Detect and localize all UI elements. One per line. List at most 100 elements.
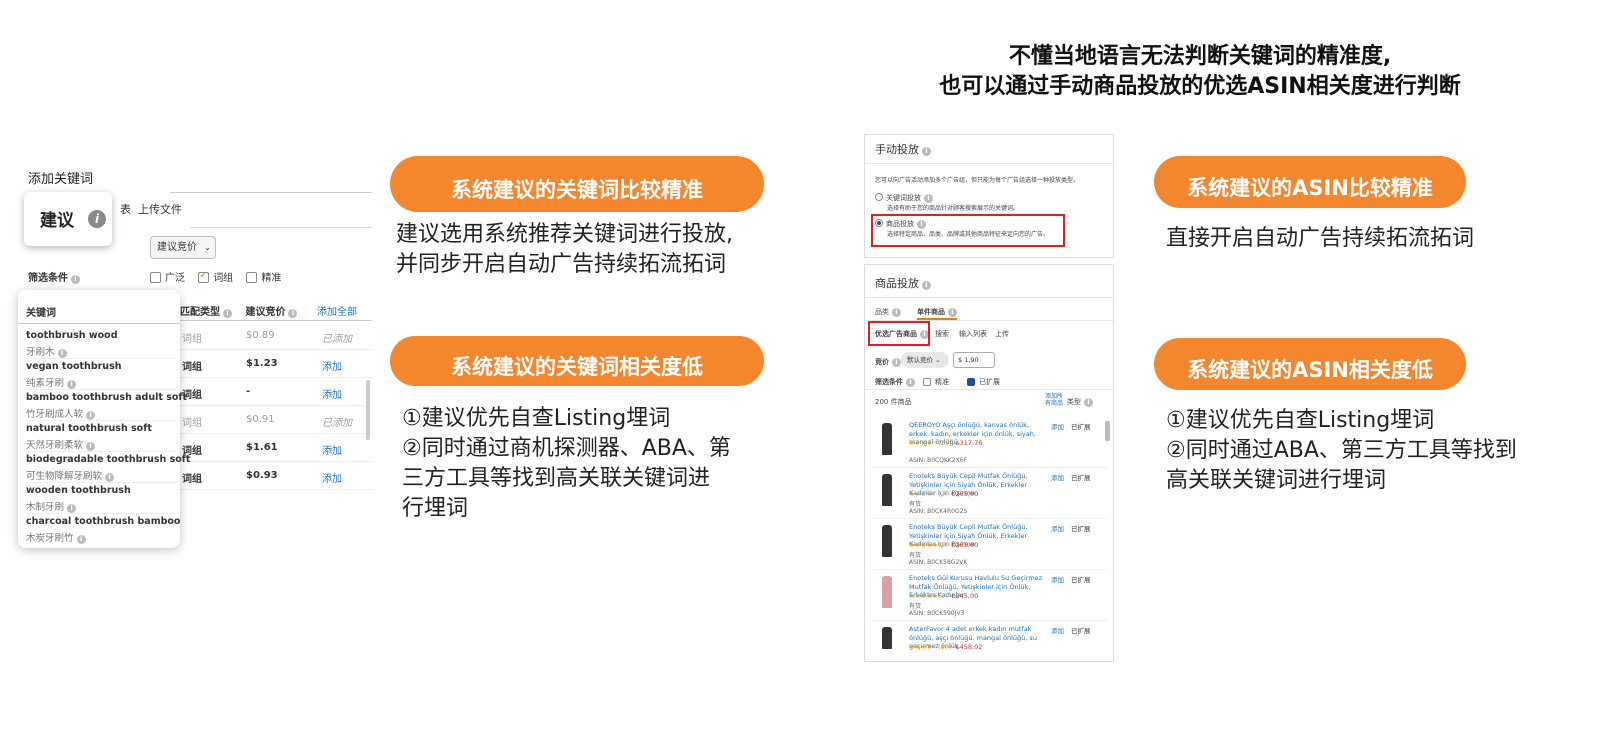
desc-line: 高关联关键词进行埋词 <box>1166 468 1387 493</box>
type-cell: 已扩展 <box>1071 627 1091 635</box>
add-link[interactable]: 添加 <box>1051 523 1064 533</box>
suggested-tab-label: 建议 <box>40 211 74 231</box>
add-link[interactable]: 添加 <box>322 386 342 401</box>
highlight-box <box>868 321 930 346</box>
info-icon: i <box>57 349 67 358</box>
list-item: natural toothbrush soft 天然牙刷柔软 i <box>26 421 176 452</box>
radio-keyword-targeting[interactable]: 关键词投放 i <box>875 193 933 203</box>
info-icon: i <box>67 380 77 389</box>
keyword-column-header: 关键词 <box>26 308 56 319</box>
info-icon: i <box>924 194 933 203</box>
table-row: 词组 $1.23 添加 <box>180 350 372 378</box>
add-link[interactable]: 添加 <box>322 470 342 485</box>
info-icon: i <box>105 473 115 482</box>
bid-cell: $1.61 <box>246 442 278 453</box>
radio-keyword-label: 关键词投放 <box>886 194 921 202</box>
match-type-filters: 广泛 词组 精准 <box>150 269 291 284</box>
checkbox-phrase[interactable] <box>198 270 210 283</box>
bid-type-select[interactable]: 建议竞价 ⌄ <box>150 236 216 259</box>
subtab-enter-list[interactable]: 输入列表 <box>959 329 987 339</box>
headline-line-1: 不懂当地语言无法判断关键词的精准度, <box>1008 44 1392 69</box>
info-icon: i <box>892 308 901 317</box>
add-all-products-link[interactable]: 添加所有商品 <box>1045 393 1065 407</box>
subtab-upload[interactable]: 上传 <box>995 329 1009 339</box>
keyword-translation: 纯素牙刷 i <box>26 375 77 389</box>
keyword-translation: 天然牙刷柔软 i <box>26 437 96 451</box>
add-link[interactable]: 添加 <box>322 358 342 373</box>
list-item: charcoal toothbrush bamboo 木炭牙刷竹 i <box>26 514 180 545</box>
headline: 不懂当地语言无法判断关键词的精准度, 也可以通过手动商品投放的优选ASIN相关度… <box>900 42 1500 102</box>
checkbox-broad[interactable] <box>150 272 161 283</box>
add-link[interactable]: 添加 <box>322 442 342 457</box>
filter-expanded[interactable]: 已扩展 <box>967 377 1000 387</box>
subtab-search[interactable]: 搜索 <box>935 329 949 339</box>
product-targeting-title-text: 商品投放 <box>875 277 919 290</box>
keyword-text: vegan toothbrush <box>26 361 122 372</box>
list-item: AsterFavor 4 adet erkek kadın mutfak önl… <box>871 621 1107 659</box>
table-scrollbar[interactable] <box>366 380 370 440</box>
bid-label: 竞价 i <box>875 357 901 367</box>
callout-desc-asin-accurate: 直接开启自动广告持续拓流拓词 <box>1166 224 1566 254</box>
table-row: 词组 - 添加 <box>180 378 372 406</box>
add-link[interactable]: 添加 <box>1051 574 1064 584</box>
manual-targeting-desc: 您可以向广告活动添加多个广告组，但只能为每个广告组选择一种投放类型。 <box>875 177 1080 184</box>
desc-line: ①建议优先自查Listing埋词 <box>1166 408 1435 433</box>
apron-image <box>875 574 899 610</box>
add-link[interactable]: 添加 <box>1051 625 1064 635</box>
checkbox-exact[interactable] <box>923 378 931 386</box>
apron-image <box>875 472 899 508</box>
chevron-down-icon: ⌄ <box>933 356 941 364</box>
bid-default-select[interactable]: 默认竞价 ⌄ <box>901 352 949 368</box>
product-list-scrollbar[interactable] <box>1105 421 1110 441</box>
product-stock: 有货 <box>909 603 922 610</box>
info-icon: i <box>948 308 957 317</box>
filter-exact[interactable]: 精准 <box>923 377 949 387</box>
type-column-header: 类型 i <box>1067 397 1093 407</box>
bid-value-input[interactable]: $ 1,90 <box>953 352 995 368</box>
info-icon: i <box>71 275 80 284</box>
col-match-type: 匹配类型 <box>180 307 220 318</box>
list-item: Enoteks Büyük Cepli Mutfak Önlüğü, Yetiş… <box>871 519 1107 570</box>
bid-cell: $0.89 <box>246 330 275 341</box>
keyword-translation-text: 木制牙刷 <box>26 502 65 513</box>
add-all-link[interactable]: 添加全部 <box>317 307 357 318</box>
info-icon: i <box>76 535 86 544</box>
keyword-translation-text: 天然牙刷柔软 <box>26 440 84 451</box>
callout-pill-text: 系统建议的关键词比较精准 <box>451 178 703 202</box>
suggested-tab-badge[interactable]: 建议 i <box>24 192 112 246</box>
list-item: toothbrush wood 牙刷木 i <box>26 328 176 359</box>
list-item: Enoteks Büyük Cepli Mutfak Önlüğü, Yetiş… <box>871 468 1107 519</box>
product-targeting-section: 商品投放 i 品类 i 单件商品 i 优选广告商品 i 搜索 输入列表 上传 竞价 i 默… <box>864 264 1114 662</box>
tab-enter-list-partial[interactable]: 表 <box>120 201 131 217</box>
add-keywords-title: 添加关键词 <box>28 172 94 187</box>
tab-individual-products[interactable]: 单件商品 i <box>917 307 957 317</box>
callout-pill-text: 系统建议的关键词相关度低 <box>451 355 703 379</box>
rating-stars: ★★★★☆(17) <box>909 643 952 651</box>
type-column-label: 类型 <box>1067 398 1081 406</box>
match-type-cell: 词组 <box>182 418 202 429</box>
radio-button[interactable] <box>875 193 883 201</box>
checkbox-expanded[interactable] <box>967 378 975 386</box>
apron-image <box>875 523 899 559</box>
filter-label: 筛选条件 i <box>28 269 80 284</box>
add-link[interactable]: 添加 <box>1051 472 1064 482</box>
product-price: ₺265,00 <box>951 541 979 549</box>
product-targeting-screenshot: 手动投放 i 您可以向广告活动添加多个广告组，但只能为每个广告组选择一种投放类型。… <box>864 134 1114 662</box>
list-item: wooden toothbrush 木制牙刷 i <box>26 483 176 514</box>
filter-exact[interactable]: 精准 <box>246 272 281 284</box>
manual-targeting-title-text: 手动投放 <box>875 143 919 156</box>
divider <box>865 389 1113 390</box>
tab-upload-file[interactable]: 上传文件 <box>138 201 182 217</box>
divider <box>865 297 1113 298</box>
checkbox-exact[interactable] <box>246 272 258 283</box>
add-link[interactable]: 添加 <box>1051 421 1064 431</box>
callout-desc-asin-low-relevance: ①建议优先自查Listing埋词 ②同时通过ABA、第三方工具等找到 高关联关键… <box>1166 406 1586 496</box>
match-type-cell: 词组 <box>182 334 202 345</box>
bid-cell: $0.91 <box>246 414 275 425</box>
keyword-translation: 木制牙刷 i <box>26 499 77 513</box>
filter-phrase[interactable]: 词组 <box>198 270 233 284</box>
filter-broad[interactable]: 广泛 <box>150 272 185 284</box>
manual-targeting-title: 手动投放 i <box>875 141 931 157</box>
filter-label-text: 筛选条件 <box>875 378 903 386</box>
tab-category[interactable]: 品类 i <box>875 307 901 317</box>
